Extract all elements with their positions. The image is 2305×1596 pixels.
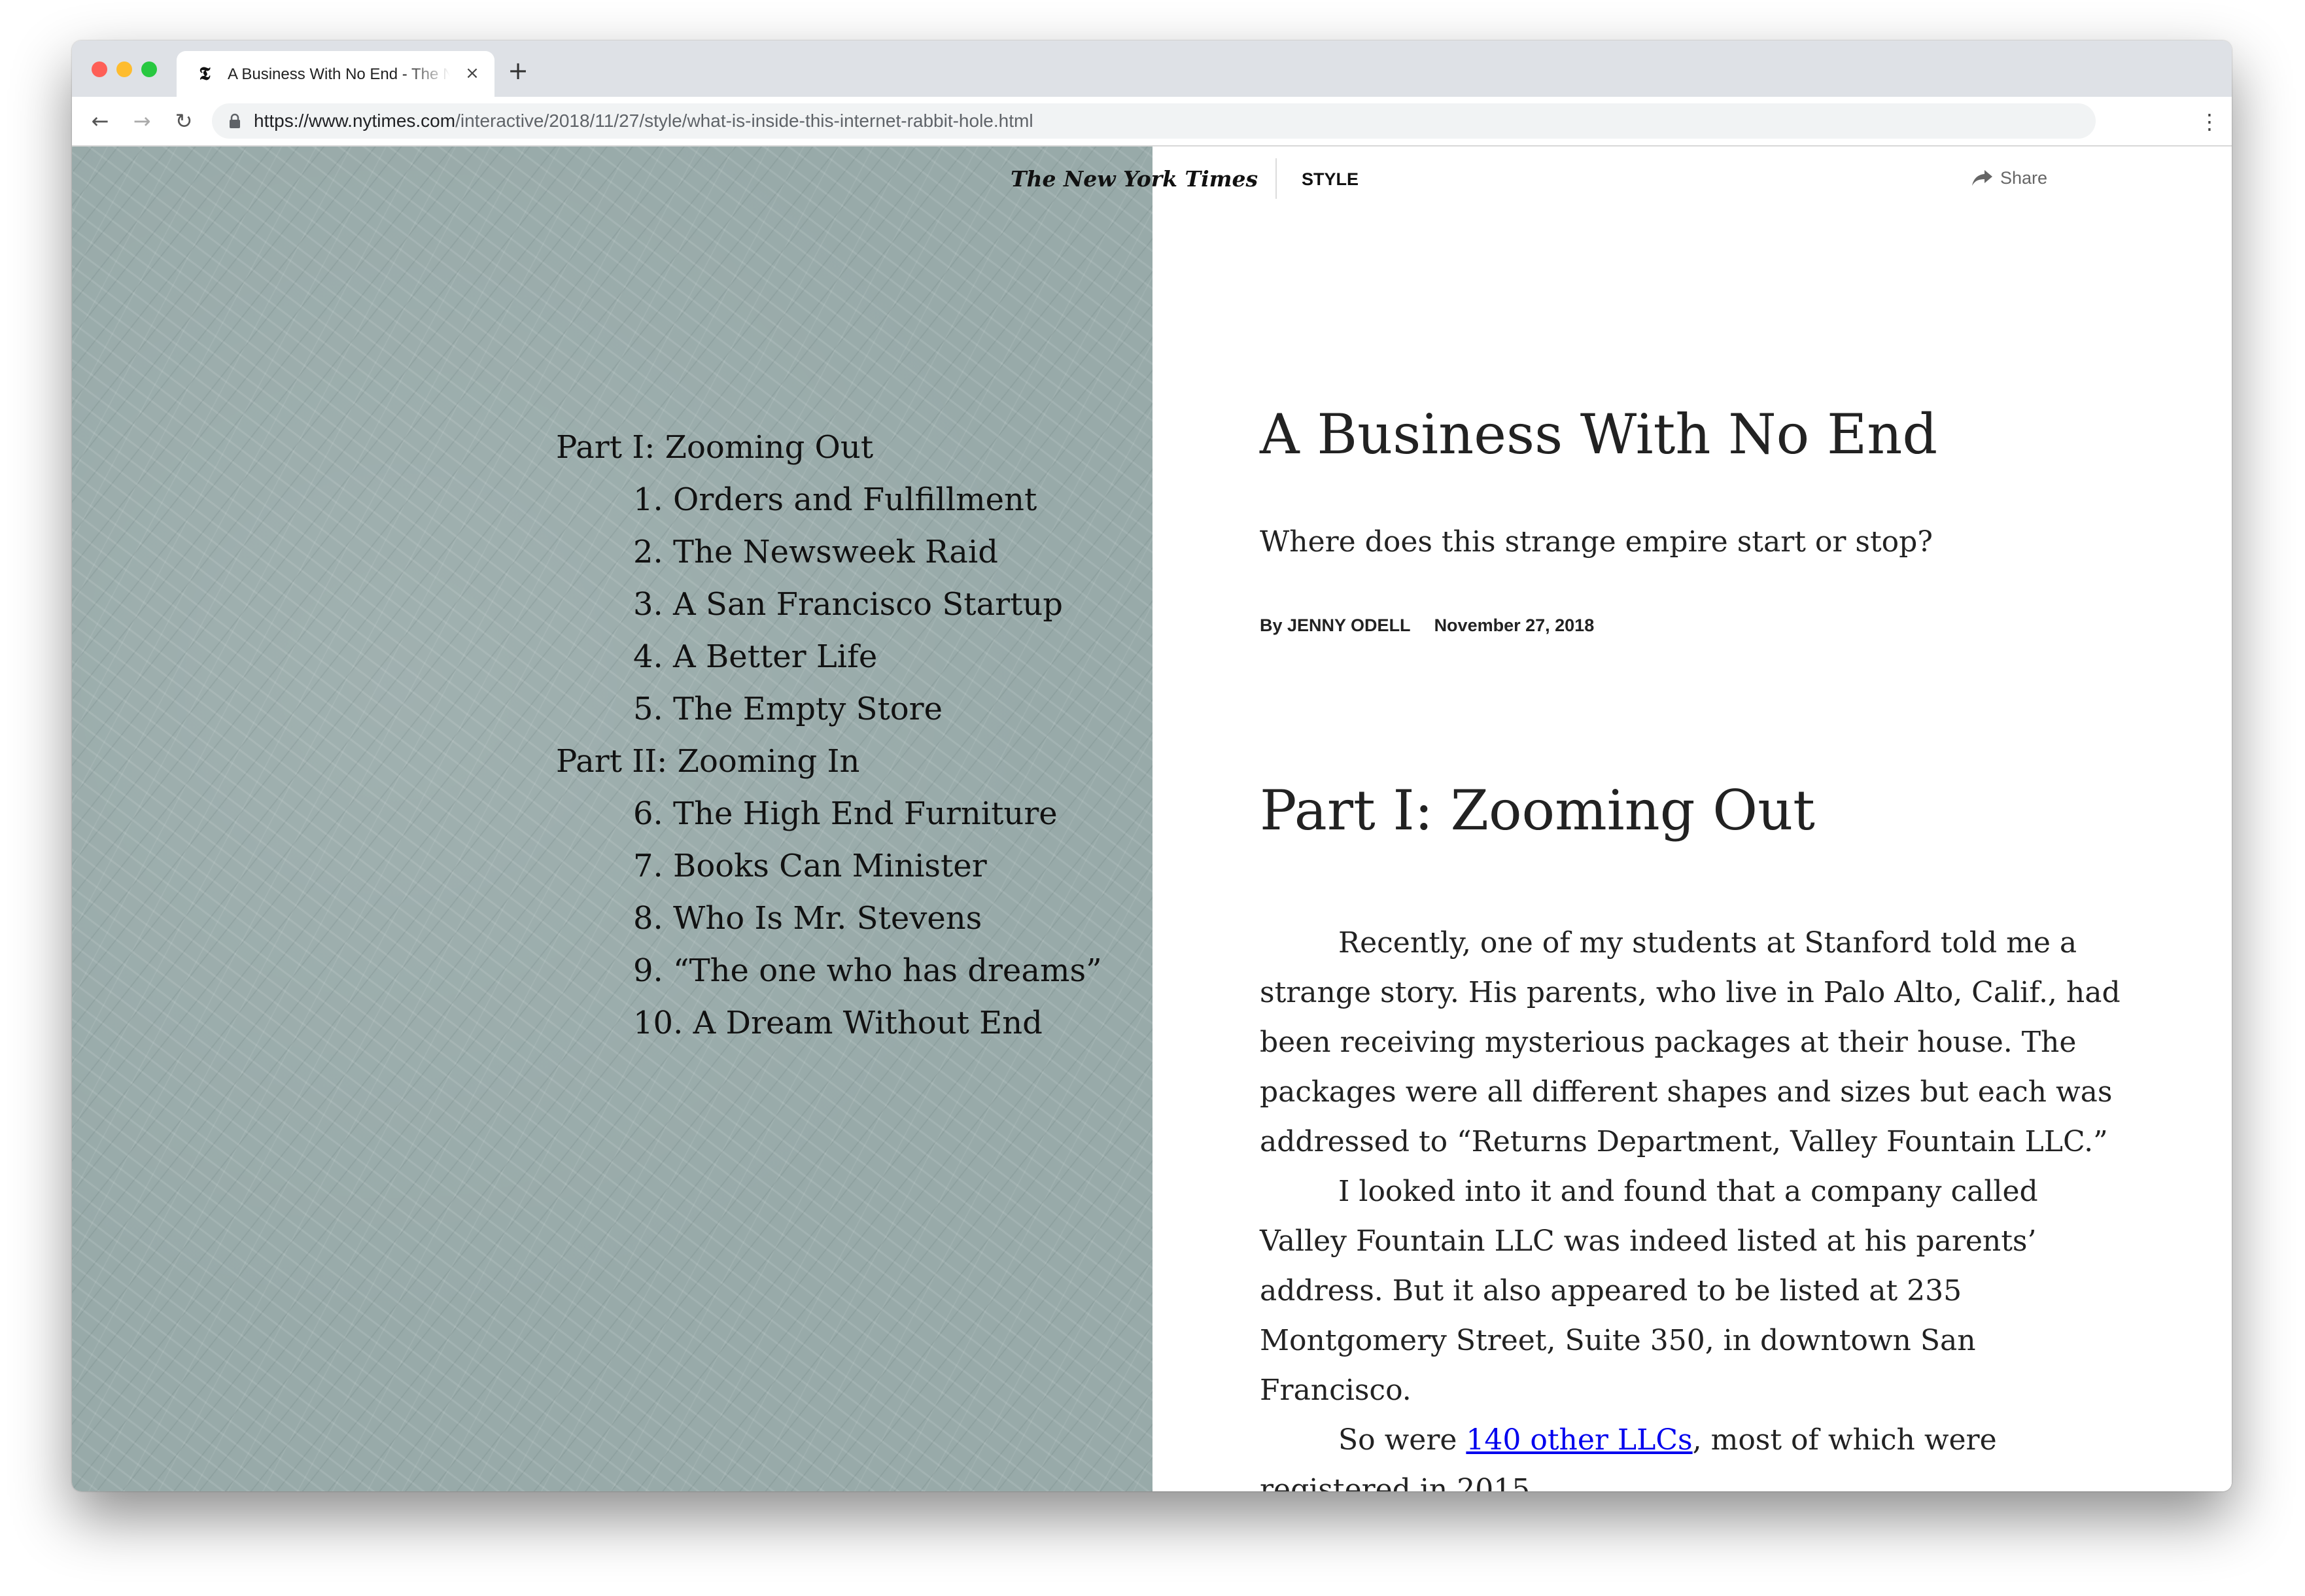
article-body: Recently, one of my students at Stanford…	[1260, 918, 2130, 1491]
forward-icon[interactable]: →	[128, 107, 156, 135]
page-content: Part I: Zooming Out 1. Orders and Fulfill…	[72, 147, 2232, 1491]
url-text[interactable]: https://www.nytimes.com/interactive/2018…	[254, 111, 1033, 131]
share-button[interactable]: Share	[1969, 165, 2047, 191]
llc-link[interactable]: 140 other LLCs	[1466, 1423, 1692, 1457]
paragraph: So were 140 other LLCs, most of which we…	[1260, 1415, 2130, 1491]
toc-part-link[interactable]: Part II: Zooming In	[556, 735, 1145, 788]
section-label[interactable]: STYLE	[1302, 166, 1359, 192]
close-window-button[interactable]	[92, 61, 107, 77]
share-icon	[1969, 165, 1996, 191]
toc-part-link[interactable]: Part I: Zooming Out	[556, 421, 1145, 474]
toc-chapter-link[interactable]: 2. The Newsweek Raid	[556, 526, 1145, 578]
part-heading: Part I: Zooming Out	[1260, 778, 1815, 842]
minimize-window-button[interactable]	[116, 61, 132, 77]
toc-chapter-link[interactable]: 6. The High End Furniture	[556, 788, 1145, 840]
toc-chapter-link[interactable]: 1. Orders and Fulfillment	[556, 474, 1145, 526]
toc-chapter-link[interactable]: 10. A Dream Without End	[556, 997, 1145, 1049]
toc-chapter-link[interactable]: 3. A San Francisco Startup	[556, 578, 1145, 631]
table-of-contents-panel: Part I: Zooming Out 1. Orders and Fulfill…	[72, 147, 1152, 1491]
url-path: /interactive/2018/11/27/style/what-is-in…	[455, 111, 1033, 131]
browser-menu-icon[interactable]: ⋮	[2199, 109, 2220, 135]
header-divider	[1275, 158, 1277, 199]
article-dek: Where does this strange empire start or …	[1260, 525, 1933, 559]
paragraph: I looked into it and found that a compan…	[1260, 1175, 2038, 1407]
reload-icon[interactable]: ↻	[170, 107, 198, 135]
tab-title: A Business With No End - The New York Ti…	[228, 65, 450, 83]
browser-window: 𝕿 A Business With No End - The New York …	[72, 41, 2232, 1491]
byline: By JENNY ODELL November 27, 2018	[1260, 612, 1594, 638]
toc-chapter-link[interactable]: 7. Books Can Minister	[556, 840, 1145, 892]
new-tab-button[interactable]: +	[505, 58, 531, 84]
paragraph: Recently, one of my students at Stanford…	[1260, 926, 2121, 1158]
tab-bar: 𝕿 A Business With No End - The New York …	[72, 41, 2232, 97]
publish-date: November 27, 2018	[1434, 616, 1595, 635]
nyt-favicon-icon: 𝕿	[199, 63, 211, 84]
toc-chapter-link[interactable]: 4. A Better Life	[556, 631, 1145, 683]
tab-close-icon[interactable]: ×	[462, 63, 483, 84]
toc-list: Part I: Zooming Out 1. Orders and Fulfill…	[556, 421, 1145, 1049]
toc-chapter-link[interactable]: 5. The Empty Store	[556, 683, 1145, 735]
nyt-logo[interactable]: The New York Times	[1011, 161, 1258, 198]
paragraph-text: So were	[1338, 1423, 1466, 1457]
toc-chapter-link[interactable]: 8. Who Is Mr. Stevens	[556, 892, 1145, 945]
browser-toolbar: ← → ↻ https://www.nytimes.com/interactiv…	[72, 97, 2232, 147]
article-headline: A Business With No End	[1260, 402, 1938, 466]
browser-tab[interactable]: 𝕿 A Business With No End - The New York …	[177, 51, 494, 97]
address-bar[interactable]: https://www.nytimes.com/interactive/2018…	[212, 103, 2096, 139]
maximize-window-button[interactable]	[141, 61, 157, 77]
url-host: https://www.nytimes.com	[254, 111, 456, 131]
lock-icon[interactable]	[226, 113, 243, 130]
share-label: Share	[2000, 168, 2048, 188]
author[interactable]: By JENNY ODELL	[1260, 616, 1411, 635]
toc-chapter-link[interactable]: 9. “The one who has dreams”	[556, 945, 1145, 997]
back-icon[interactable]: ←	[86, 107, 114, 135]
